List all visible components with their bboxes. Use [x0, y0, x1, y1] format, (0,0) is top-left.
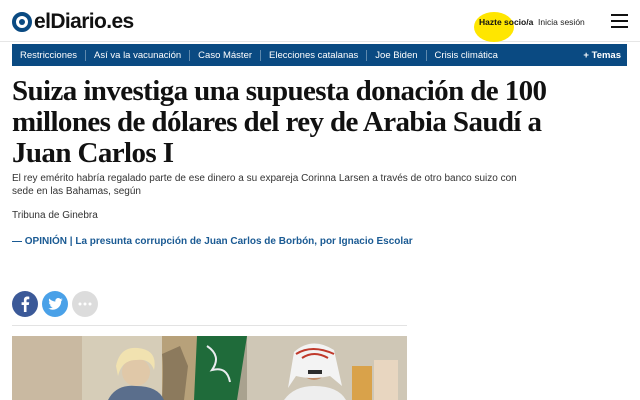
nav-item-restricciones[interactable]: Restricciones: [12, 50, 85, 61]
facebook-icon: [21, 296, 30, 312]
login-link[interactable]: Inicia sesión: [538, 17, 585, 27]
topics-nav: Restricciones Así va la vacunación Caso …: [12, 44, 627, 66]
article-source: Tribuna de Ginebra: [12, 210, 98, 221]
related-link-text: OPINIÓN | La presunta corrupción de Juan…: [24, 236, 413, 247]
twitter-icon: [47, 298, 63, 310]
top-bar: elDiario.es Hazte socio/a Inicia sesión: [0, 0, 640, 42]
twitter-share-button[interactable]: [42, 291, 68, 317]
more-topics-button[interactable]: + Temas: [583, 50, 627, 61]
nav-item-joe-biden[interactable]: Joe Biden: [366, 49, 425, 61]
content-divider: [12, 325, 407, 326]
facebook-share-button[interactable]: [12, 291, 38, 317]
article-photo[interactable]: [12, 336, 407, 400]
site-logo[interactable]: elDiario.es: [12, 10, 134, 34]
share-bar: [12, 291, 98, 317]
related-opinion-link[interactable]: — OPINIÓN | La presunta corrupción de Ju…: [12, 236, 413, 247]
hamburger-menu-icon[interactable]: [611, 14, 628, 28]
nav-item-elecciones-catalanas[interactable]: Elecciones catalanas: [260, 49, 366, 61]
article-photo-image: [12, 336, 407, 400]
logo-mark-icon: [12, 12, 32, 32]
subscribe-link[interactable]: Hazte socio/a: [479, 17, 533, 27]
nav-item-vacunacion[interactable]: Así va la vacunación: [85, 49, 189, 61]
logo-text: elDiario.es: [34, 10, 134, 33]
nav-item-caso-master[interactable]: Caso Máster: [189, 49, 260, 61]
article-summary: El rey emérito habría regalado parte de …: [12, 173, 517, 197]
nav-item-crisis-climatica[interactable]: Crisis climática: [425, 49, 506, 61]
more-share-button[interactable]: [72, 291, 98, 317]
more-options-icon: [78, 302, 92, 306]
article-headline: Suiza investiga una supuesta donación de…: [12, 75, 547, 169]
